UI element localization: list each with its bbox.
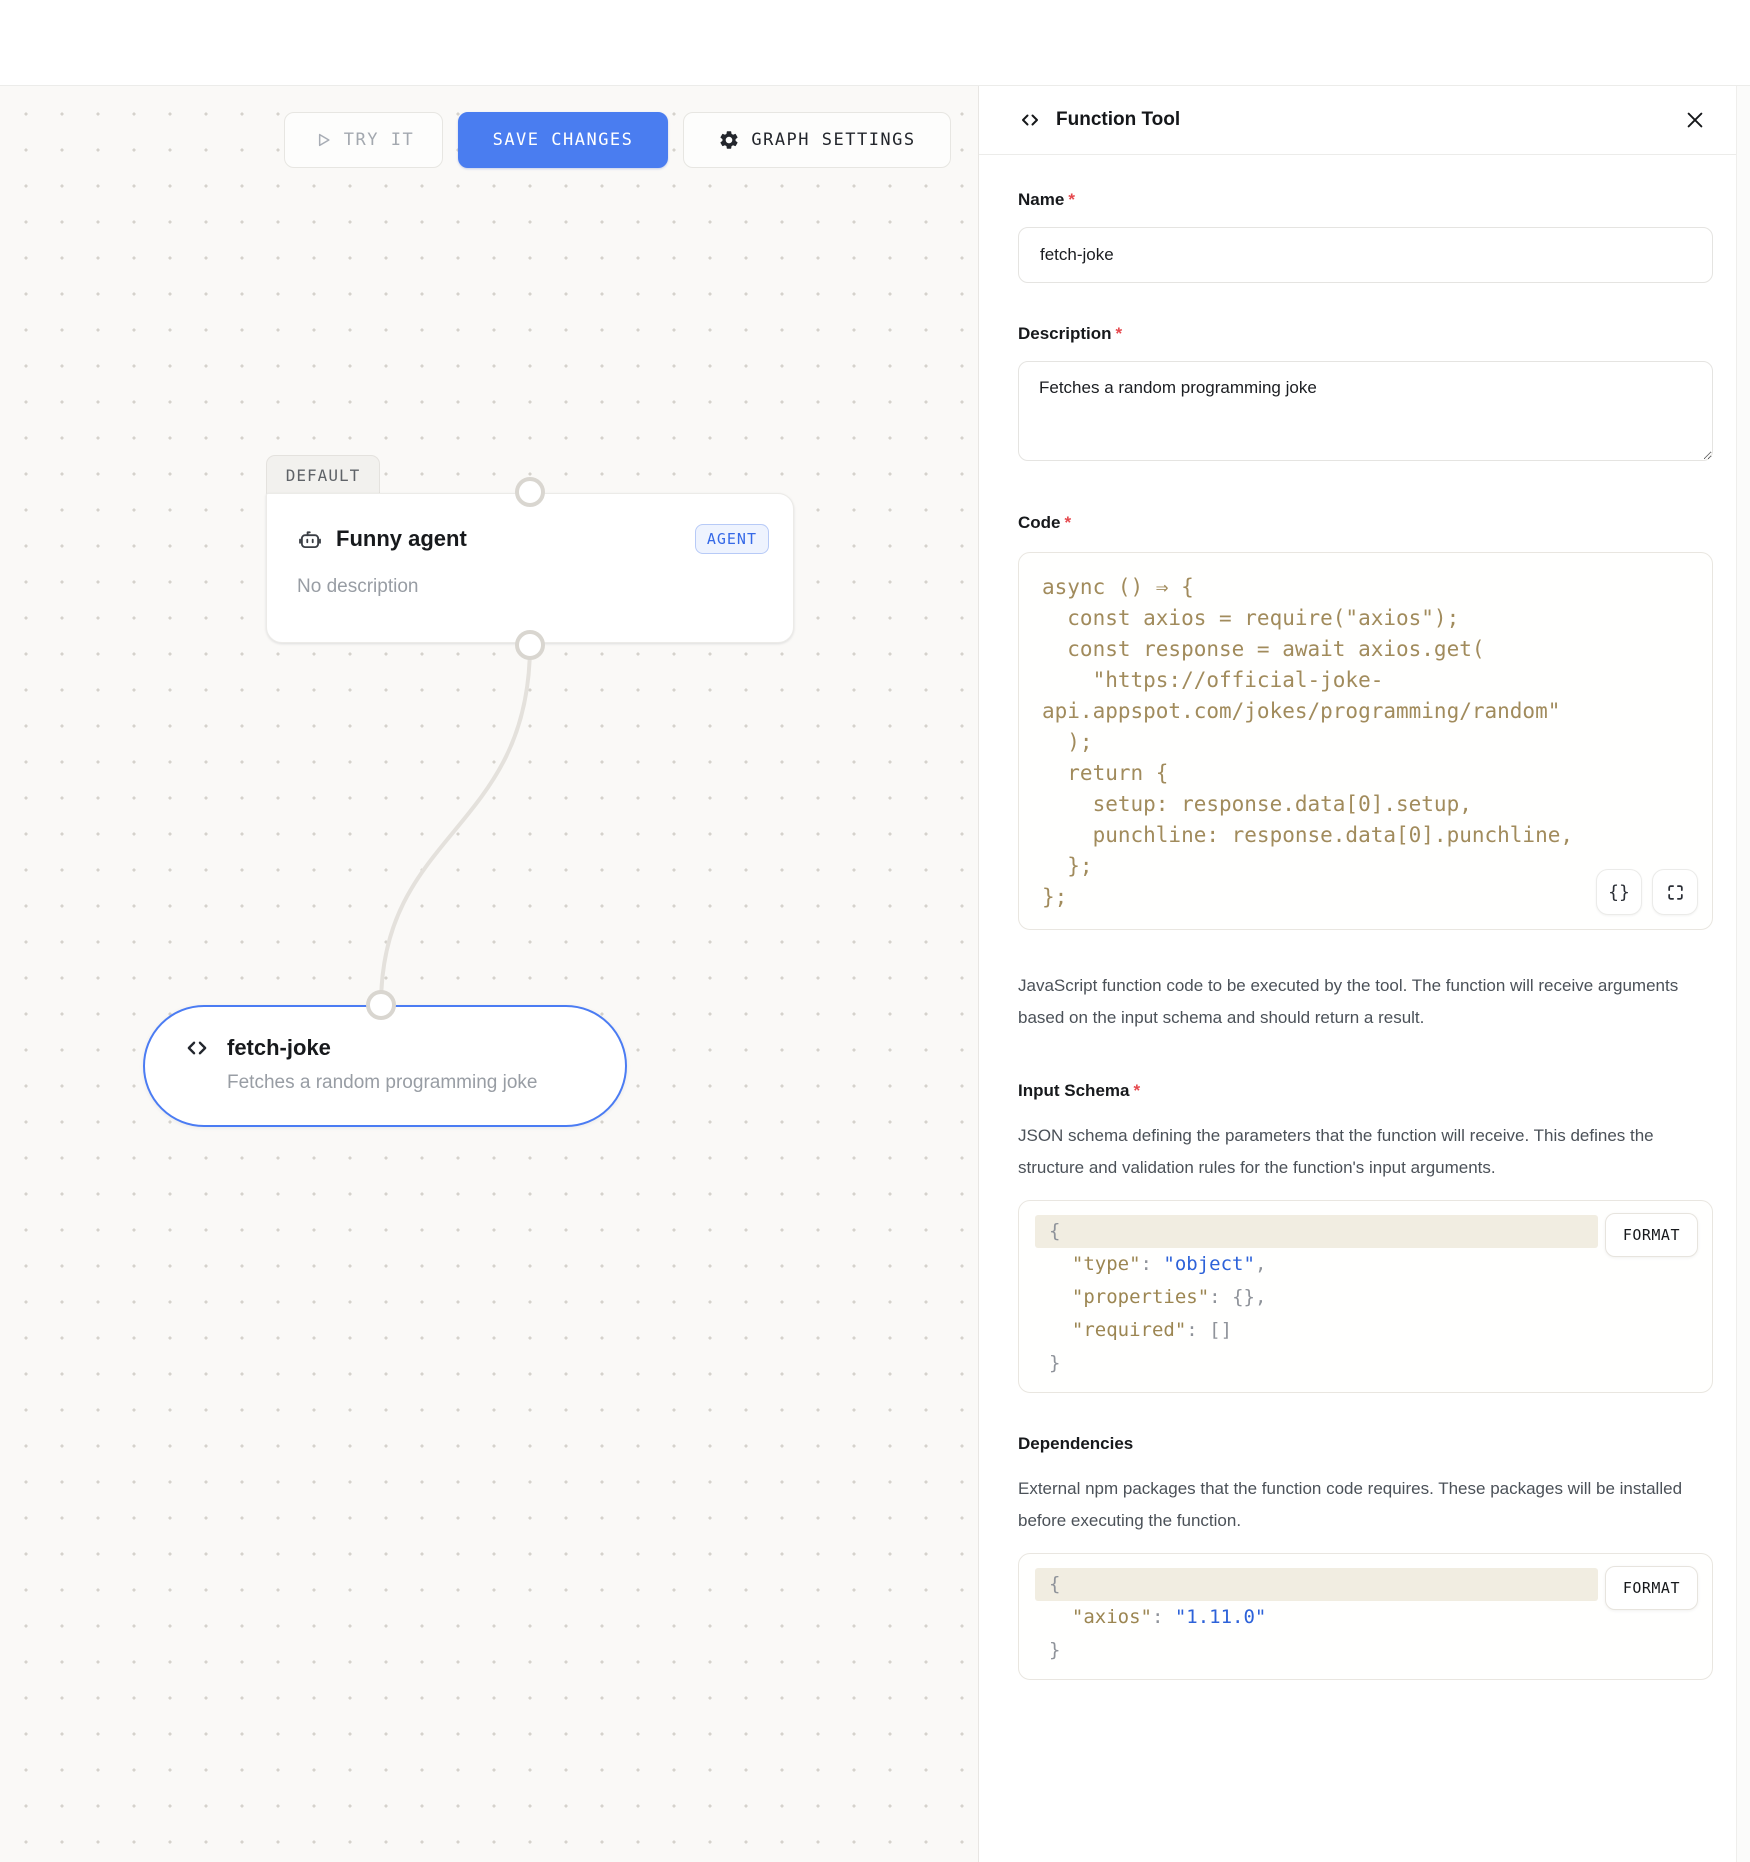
close-icon xyxy=(1684,109,1706,131)
try-it-label: TRY IT xyxy=(344,130,414,150)
input-schema-editor[interactable]: { "type": "object", "properties": {}, "r… xyxy=(1018,1200,1713,1393)
graph-settings-label: GRAPH SETTINGS xyxy=(751,130,915,150)
panel-scrollbar[interactable] xyxy=(1736,86,1750,1862)
code-content: async () ⇒ { const axios = require("axio… xyxy=(1042,572,1694,913)
name-label: Name* xyxy=(1018,187,1726,213)
app-root: TRY IT SAVE CHANGES GRAPH SETTINGS DEFAU… xyxy=(0,0,1750,1862)
fullscreen-icon xyxy=(1666,883,1685,902)
input-schema-label: Input Schema* xyxy=(1018,1078,1726,1104)
panel-header: Function Tool xyxy=(979,86,1750,155)
edge-agent-to-tool[interactable] xyxy=(381,645,530,1005)
graph-canvas[interactable]: TRY IT SAVE CHANGES GRAPH SETTINGS DEFAU… xyxy=(0,86,978,1862)
dependencies-help-text: External npm packages that the function … xyxy=(1018,1473,1718,1537)
tool-node-fetch-joke[interactable]: fetch-joke Fetches a random programming … xyxy=(143,1005,627,1127)
agent-node-description: No description xyxy=(297,576,769,598)
required-asterisk: * xyxy=(1116,324,1123,343)
code-editor[interactable]: async () ⇒ { const axios = require("axio… xyxy=(1018,552,1713,930)
panel-title: Function Tool xyxy=(1056,109,1180,131)
graph-settings-button[interactable]: GRAPH SETTINGS xyxy=(683,112,951,168)
close-panel-button[interactable] xyxy=(1684,109,1706,131)
edge-layer xyxy=(0,86,978,1862)
input-schema-content: { "type": "object", "properties": {}, "r… xyxy=(1035,1215,1698,1380)
expand-fullscreen-button[interactable] xyxy=(1652,869,1698,915)
agent-node-title: Funny agent xyxy=(336,526,467,552)
agent-node[interactable]: Funny agent AGENT No description xyxy=(266,493,794,643)
save-changes-button[interactable]: SAVE CHANGES xyxy=(458,112,668,168)
code-label: Code* xyxy=(1018,510,1726,536)
try-it-button[interactable]: TRY IT xyxy=(284,112,443,168)
code-editor-actions: {} xyxy=(1596,869,1698,915)
group-label-default[interactable]: DEFAULT xyxy=(266,455,380,494)
input-schema-help-text: JSON schema defining the parameters that… xyxy=(1018,1120,1718,1184)
code-icon xyxy=(183,1034,211,1062)
code-icon xyxy=(1018,108,1042,132)
panel-body: Name* Description* Fetches a random prog… xyxy=(979,155,1750,1862)
format-braces-button[interactable]: {} xyxy=(1596,869,1642,915)
tool-node-description: Fetches a random programming joke xyxy=(227,1072,595,1094)
canvas-toolbar: TRY IT SAVE CHANGES GRAPH SETTINGS xyxy=(284,112,951,168)
dependencies-content: { "axios": "1.11.0"} xyxy=(1035,1568,1698,1667)
required-asterisk: * xyxy=(1068,190,1075,209)
required-asterisk: * xyxy=(1133,1081,1140,1100)
description-label: Description* xyxy=(1018,321,1726,347)
required-asterisk: * xyxy=(1065,513,1072,532)
top-bar xyxy=(0,0,1750,86)
name-input[interactable] xyxy=(1018,227,1713,283)
play-icon xyxy=(313,130,333,150)
tool-node-title: fetch-joke xyxy=(227,1035,331,1061)
robot-icon xyxy=(297,526,323,552)
agent-type-badge: AGENT xyxy=(695,524,769,554)
code-help-text: JavaScript function code to be executed … xyxy=(1018,970,1718,1034)
format-button[interactable]: FORMAT xyxy=(1605,1566,1698,1610)
gear-icon xyxy=(718,129,740,151)
format-button[interactable]: FORMAT xyxy=(1605,1213,1698,1257)
description-textarea[interactable]: Fetches a random programming joke xyxy=(1018,361,1713,461)
dependencies-editor[interactable]: { "axios": "1.11.0"} FORMAT xyxy=(1018,1553,1713,1680)
dependencies-label: Dependencies xyxy=(1018,1431,1726,1457)
function-tool-panel: Function Tool Name* Description* Fetches… xyxy=(978,86,1750,1862)
save-changes-label: SAVE CHANGES xyxy=(493,130,634,150)
